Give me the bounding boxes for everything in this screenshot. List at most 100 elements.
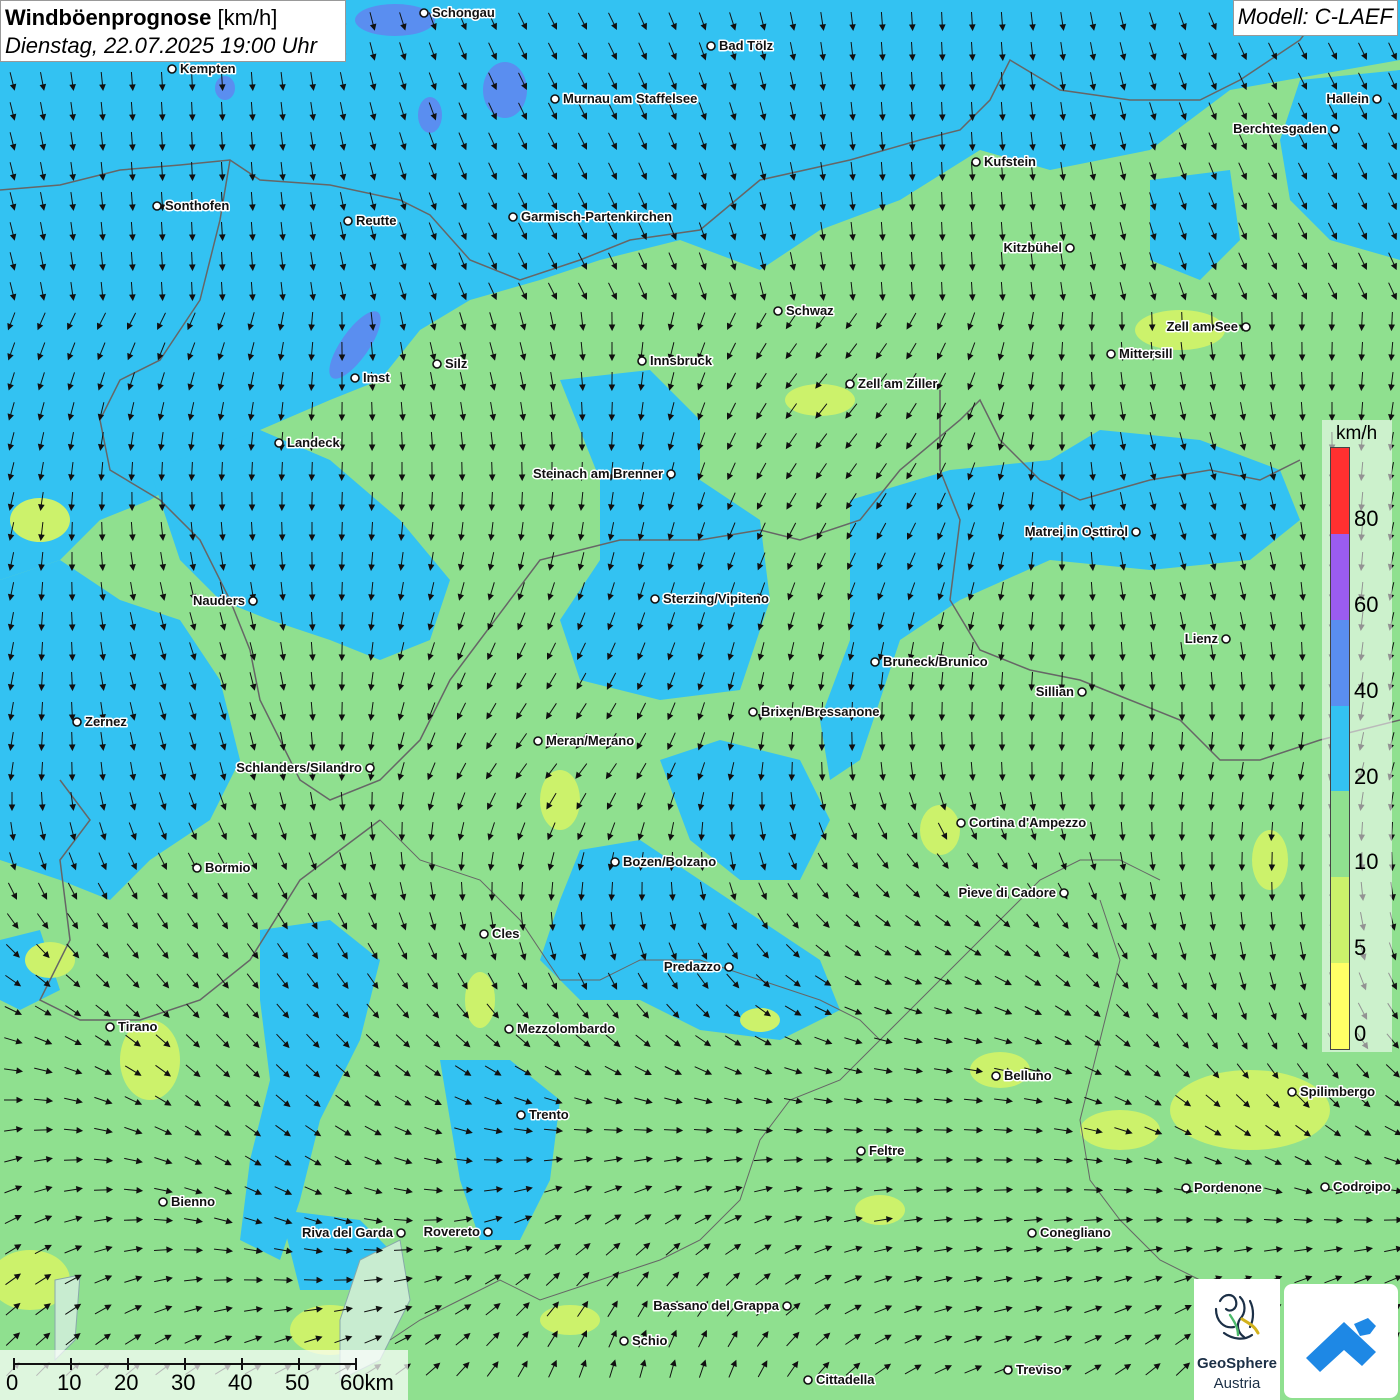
city-dot-mittersill xyxy=(1106,349,1116,359)
city-dot-cittadella xyxy=(803,1375,813,1385)
city-label-cortina-d-ampezzo: Cortina d'Ampezzo xyxy=(969,815,1086,830)
city-label-spilimbergo: Spilimbergo xyxy=(1300,1084,1375,1099)
city-label-tirano: Tirano xyxy=(118,1019,158,1034)
city-label-schio: Schio xyxy=(632,1333,667,1348)
app-badge[interactable] xyxy=(1284,1284,1398,1398)
city-dot-pordenone xyxy=(1181,1183,1191,1193)
city-dot-schlanders-silandro xyxy=(365,763,375,773)
city-label-kufstein: Kufstein xyxy=(984,154,1036,169)
city-label-bienno: Bienno xyxy=(171,1194,215,1209)
city-dot-zell-am-see xyxy=(1241,322,1251,332)
map-title-unit: [km/h] xyxy=(211,5,278,30)
logo-org-name: GeoSphere xyxy=(1196,1355,1278,1372)
city-label-riva-del-garda: Riva del Garda xyxy=(302,1225,394,1240)
city-dot-rovereto xyxy=(483,1227,493,1237)
city-label-treviso: Treviso xyxy=(1016,1362,1062,1377)
city-label-sillian: Sillian xyxy=(1036,684,1074,699)
city-dot-riva-del-garda xyxy=(396,1228,406,1238)
city-label-garmisch-partenkirchen: Garmisch-Partenkirchen xyxy=(521,209,672,224)
city-label-bad-t-lz: Bad Tölz xyxy=(719,38,774,53)
legend-tick-40: 40 xyxy=(1354,677,1379,703)
city-label-zell-am-ziller: Zell am Ziller xyxy=(858,376,937,391)
city-label-imst: Imst xyxy=(363,370,390,385)
color-legend: km/h 80 60 40 20 10 5 0 xyxy=(1322,420,1392,1052)
city-label-schwaz: Schwaz xyxy=(786,303,834,318)
city-dot-berchtesgaden xyxy=(1330,124,1340,134)
city-dot-bruneck-brunico xyxy=(870,657,880,667)
city-label-pieve-di-cadore: Pieve di Cadore xyxy=(958,885,1056,900)
city-dot-steinach-am-brenner xyxy=(666,469,676,479)
city-label-sterzing-vipiteno: Sterzing/Vipiteno xyxy=(663,591,769,606)
legend-band-40-60 xyxy=(1331,619,1349,706)
city-dot-nauders xyxy=(248,596,258,606)
scale-label-40: 40 xyxy=(228,1370,253,1395)
city-dot-cles xyxy=(479,929,489,939)
city-label-nauders: Nauders xyxy=(193,593,245,608)
geosphere-logo[interactable]: GeoSphere Austria xyxy=(1194,1279,1280,1400)
city-dot-bozen-bolzano xyxy=(610,857,620,867)
scale-label-0: 0 xyxy=(6,1370,19,1395)
city-dot-kempten xyxy=(167,64,177,74)
city-label-hallein: Hallein xyxy=(1326,91,1369,106)
city-dot-murnau-am-staffelsee xyxy=(550,94,560,104)
app-arrow-icon xyxy=(1306,1318,1376,1372)
city-dot-zell-am-ziller xyxy=(845,379,855,389)
city-label-steinach-am-brenner: Steinach am Brenner xyxy=(533,466,663,481)
scale-label-50: 50 xyxy=(285,1370,310,1395)
city-label-cles: Cles xyxy=(492,926,519,941)
city-label-conegliano: Conegliano xyxy=(1040,1225,1111,1240)
scale-bar: 0 10 20 30 40 50 60km xyxy=(0,1350,408,1400)
city-dot-schio xyxy=(619,1336,629,1346)
wind-gust-map: Schongau Bad Tölz Kempten Murnau am Staffel… xyxy=(0,0,1400,1400)
city-dot-lienz xyxy=(1221,634,1231,644)
city-label-berchtesgaden: Berchtesgaden xyxy=(1233,121,1327,136)
city-label-cittadella: Cittadella xyxy=(816,1372,875,1387)
map-title: Windböenprognose [km/h] xyxy=(5,4,341,32)
forecast-datetime: Dienstag, 22.07.2025 19:00 Uhr xyxy=(5,33,317,58)
city-dot-bad-t-lz xyxy=(706,41,716,51)
city-label-bormio: Bormio xyxy=(205,860,251,875)
city-label-reutte: Reutte xyxy=(356,213,396,228)
city-dot-mezzolombardo xyxy=(504,1024,514,1034)
city-label-trento: Trento xyxy=(529,1107,569,1122)
city-dot-garmisch-partenkirchen xyxy=(508,212,518,222)
city-dot-kitzb-hel xyxy=(1065,243,1075,253)
legend-tick-10: 10 xyxy=(1354,849,1379,875)
city-label-landeck: Landeck xyxy=(287,435,341,450)
city-label-feltre: Feltre xyxy=(869,1143,904,1158)
city-dot-sonthofen xyxy=(152,201,162,211)
city-label-meran-merano: Meran/Merano xyxy=(546,733,634,748)
city-label-belluno: Belluno xyxy=(1004,1068,1052,1083)
city-dot-feltre xyxy=(856,1146,866,1156)
city-label-silz: Silz xyxy=(445,356,468,371)
legend-tick-60: 60 xyxy=(1354,591,1379,617)
city-dot-pieve-di-cadore xyxy=(1059,888,1069,898)
city-dot-trento xyxy=(516,1110,526,1120)
city-dot-imst xyxy=(350,373,360,383)
legend-band-10-20 xyxy=(1331,791,1349,878)
city-label-kempten: Kempten xyxy=(180,61,236,76)
city-dot-bassano-del-grappa xyxy=(782,1301,792,1311)
legend-tick-0: 0 xyxy=(1354,1021,1367,1047)
legend-band-60-80 xyxy=(1331,533,1349,620)
city-dot-bienno xyxy=(158,1197,168,1207)
city-dot-predazzo xyxy=(724,962,734,972)
city-label-innsbruck: Innsbruck xyxy=(650,353,713,368)
city-dot-brixen-bressanone xyxy=(748,707,758,717)
city-label-bozen-bolzano: Bozen/Bolzano xyxy=(623,854,716,869)
city-dot-reutte xyxy=(343,216,353,226)
map-stage: Schongau Bad Tölz Kempten Murnau am Staffel… xyxy=(0,0,1400,1400)
city-dot-silz xyxy=(432,359,442,369)
city-dot-sterzing-vipiteno xyxy=(650,594,660,604)
city-dot-meran-merano xyxy=(533,736,543,746)
scale-label-60: 60km xyxy=(340,1370,394,1395)
city-label-codroipo: Codroipo xyxy=(1333,1179,1391,1194)
legend-color-bar xyxy=(1330,447,1350,1050)
city-label-predazzo: Predazzo xyxy=(664,959,721,974)
city-label-rovereto: Rovereto xyxy=(424,1224,480,1239)
logo-org-sub: Austria xyxy=(1213,1375,1261,1392)
city-dot-codroipo xyxy=(1320,1182,1330,1192)
city-label-mezzolombardo: Mezzolombardo xyxy=(517,1021,615,1036)
city-label-lienz: Lienz xyxy=(1185,631,1219,646)
city-dot-zernez xyxy=(72,717,82,727)
